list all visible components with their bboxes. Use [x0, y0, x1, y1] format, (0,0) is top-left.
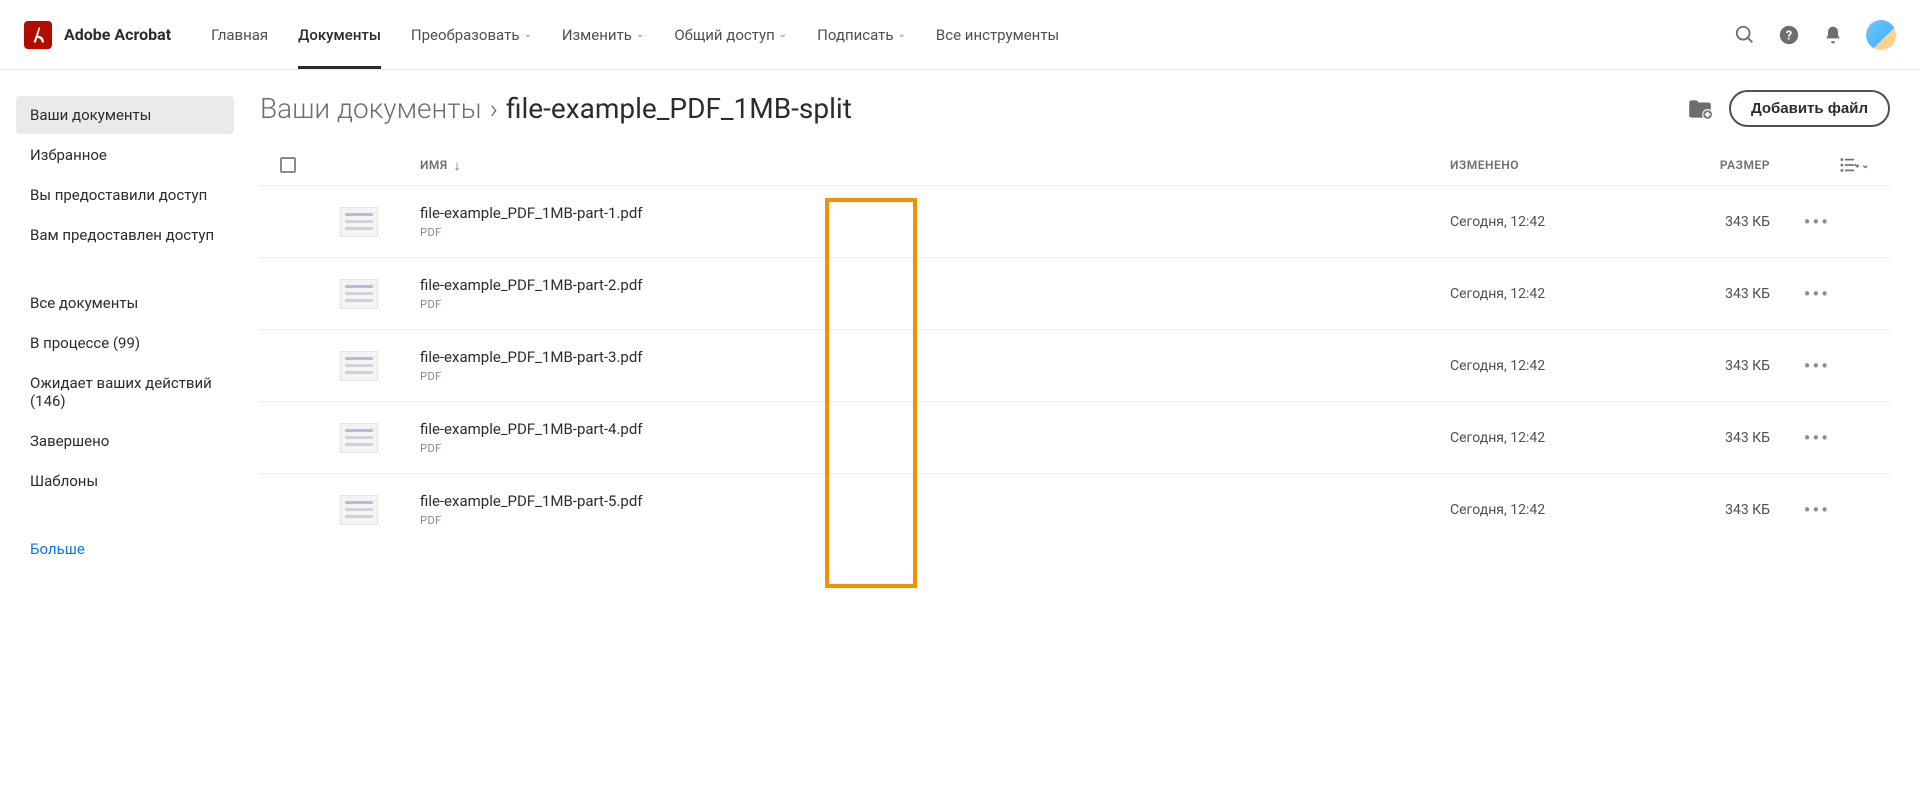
file-size: 343 КБ: [1725, 358, 1770, 374]
more-actions-icon[interactable]: •••: [1804, 210, 1830, 234]
table-row[interactable]: file-example_PDF_1MB-part-3.pdf PDF Сегодн…: [260, 329, 1890, 401]
file-type: PDF: [420, 442, 643, 455]
topnav-item[interactable]: Главная: [211, 0, 268, 69]
file-thumbnail-icon: [340, 207, 378, 237]
file-thumbnail-icon: [340, 351, 378, 381]
chevron-down-icon: ⌄: [1861, 160, 1870, 171]
sidebar-item[interactable]: Избранное: [16, 136, 234, 174]
sidebar-item[interactable]: Ожидает ваших действий (146): [16, 364, 234, 420]
file-size: 343 КБ: [1725, 286, 1770, 302]
top-nav: ГлавнаяДокументыПреобразовать⌄Изменить⌄О…: [211, 0, 1059, 69]
sidebar-item[interactable]: Завершено: [16, 422, 234, 460]
sort-arrow-icon: ↓: [454, 157, 462, 174]
table-header: ИМЯ ↓ ИЗМЕНЕНО РАЗМЕР ⌄: [260, 145, 1890, 185]
sidebar-item[interactable]: Вам предоставлен доступ: [16, 216, 234, 254]
topnav-label: Преобразовать: [411, 26, 520, 44]
add-file-button[interactable]: Добавить файл: [1729, 90, 1890, 127]
topnav-label: Все инструменты: [936, 26, 1059, 44]
topnav-label: Документы: [298, 26, 381, 44]
avatar[interactable]: [1866, 20, 1896, 50]
sidebar-item[interactable]: Все документы: [16, 284, 234, 322]
table-row[interactable]: file-example_PDF_1MB-part-2.pdf PDF Сегодн…: [260, 257, 1890, 329]
logo-block: Adobe Acrobat: [24, 21, 171, 49]
file-name: file-example_PDF_1MB-part-2.pdf: [420, 276, 643, 294]
file-type: PDF: [420, 226, 643, 239]
chevron-down-icon: ⌄: [523, 29, 531, 40]
view-options-icon[interactable]: ⌄: [1830, 155, 1870, 175]
file-size: 343 КБ: [1725, 214, 1770, 230]
header: Adobe Acrobat Главная Документы Преобразов…: [0, 0, 1920, 70]
sidebar-more-link[interactable]: Больше: [16, 530, 234, 568]
topnav-label: Подписать: [817, 26, 893, 44]
breadcrumb-separator: ›: [490, 92, 498, 125]
file-type: PDF: [420, 370, 643, 383]
file-type: PDF: [420, 514, 643, 527]
file-modified: Сегодня, 12:42: [1450, 430, 1545, 446]
topnav-item[interactable]: Преобразовать⌄: [411, 0, 532, 69]
sidebar-item[interactable]: Вы предоставили доступ: [16, 176, 234, 214]
more-actions-icon[interactable]: •••: [1804, 354, 1830, 378]
sidebar-item[interactable]: В процессе (99): [16, 324, 234, 362]
file-thumbnail-icon: [340, 423, 378, 453]
file-size: 343 КБ: [1725, 430, 1770, 446]
breadcrumb-root[interactable]: Ваши документы: [260, 92, 482, 125]
notifications-icon[interactable]: [1822, 24, 1844, 46]
file-modified: Сегодня, 12:42: [1450, 214, 1545, 230]
chevron-down-icon: ⌄: [779, 29, 787, 40]
sidebar: Ваши документыИзбранноеВы предоставили д…: [0, 70, 250, 596]
sidebar-item[interactable]: Ваши документы: [16, 96, 234, 134]
file-name: file-example_PDF_1MB-part-1.pdf: [420, 204, 643, 222]
file-name: file-example_PDF_1MB-part-5.pdf: [420, 492, 643, 510]
select-all-checkbox[interactable]: [280, 157, 296, 173]
file-size: 343 КБ: [1725, 502, 1770, 518]
svg-text:?: ?: [1786, 28, 1792, 43]
topnav-item[interactable]: Подписать ⌄: [817, 0, 906, 69]
topnav-item[interactable]: Общий доступ ⌄: [674, 0, 787, 69]
file-type: PDF: [420, 298, 643, 311]
file-modified: Сегодня, 12:42: [1450, 286, 1545, 302]
chevron-down-icon: ⌄: [898, 29, 906, 40]
topnav-item[interactable]: Документы: [298, 0, 381, 69]
file-thumbnail-icon: [340, 495, 378, 525]
more-actions-icon[interactable]: •••: [1804, 498, 1830, 522]
help-icon[interactable]: ?: [1778, 24, 1800, 46]
topnav-label: Изменить: [562, 26, 632, 44]
main-content: Ваши документы › file-example_PDF_1MB-sp…: [250, 70, 1920, 596]
column-name-label: ИМЯ: [420, 158, 448, 172]
search-icon[interactable]: [1734, 24, 1756, 46]
column-modified-header[interactable]: ИЗМЕНЕНО: [1450, 158, 1650, 172]
topnav-item[interactable]: Изменить ⌄: [562, 0, 644, 69]
topnav-label: Главная: [211, 26, 268, 44]
file-modified: Сегодня, 12:42: [1450, 502, 1545, 518]
chevron-down-icon: ⌄: [636, 29, 644, 40]
brand-name: Adobe Acrobat: [64, 25, 171, 44]
table-row[interactable]: file-example_PDF_1MB-part-5.pdf PDF Сегодн…: [260, 473, 1890, 545]
acrobat-logo-icon: [24, 21, 52, 49]
breadcrumb: Ваши документы › file-example_PDF_1MB-sp…: [260, 92, 852, 125]
file-name: file-example_PDF_1MB-part-4.pdf: [420, 420, 643, 438]
more-actions-icon[interactable]: •••: [1804, 282, 1830, 306]
breadcrumb-current: file-example_PDF_1MB-split: [506, 92, 852, 125]
table-row[interactable]: file-example_PDF_1MB-part-4.pdf PDF Сегодн…: [260, 401, 1890, 473]
more-actions-icon[interactable]: •••: [1804, 426, 1830, 450]
table-row[interactable]: file-example_PDF_1MB-part-1.pdf PDF Сегодн…: [260, 185, 1890, 257]
file-modified: Сегодня, 12:42: [1450, 358, 1545, 374]
file-thumbnail-icon: [340, 279, 378, 309]
header-actions: ?: [1734, 20, 1896, 50]
column-name-header[interactable]: ИМЯ ↓: [420, 157, 1450, 174]
column-size-header[interactable]: РАЗМЕР: [1650, 158, 1770, 172]
title-row: Ваши документы › file-example_PDF_1MB-sp…: [260, 90, 1890, 127]
file-name: file-example_PDF_1MB-part-3.pdf: [420, 348, 643, 366]
sidebar-item[interactable]: Шаблоны: [16, 462, 234, 500]
topnav-label: Общий доступ: [674, 26, 774, 44]
topnav-item[interactable]: Все инструменты: [936, 0, 1059, 69]
new-folder-icon[interactable]: [1687, 98, 1713, 120]
